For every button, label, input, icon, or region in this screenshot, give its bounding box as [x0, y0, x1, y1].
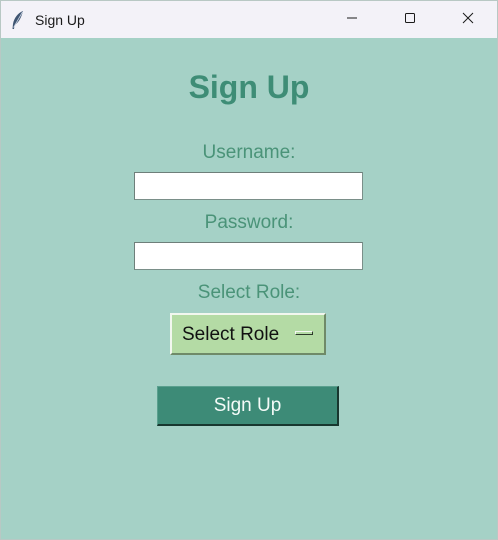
maximize-icon — [404, 11, 416, 29]
minimize-button[interactable] — [329, 1, 375, 38]
window-title: Sign Up — [35, 12, 85, 28]
minimize-icon — [346, 11, 358, 29]
username-input[interactable] — [134, 172, 363, 200]
signup-button[interactable]: Sign Up — [157, 386, 339, 426]
role-select-value: Select Role — [182, 324, 280, 345]
form-area: Sign Up Username: Password: Select Role:… — [1, 38, 497, 539]
role-select[interactable]: Select Role — [170, 313, 326, 355]
close-button[interactable] — [445, 1, 491, 38]
close-icon — [462, 11, 474, 29]
signup-window: Sign Up Sign Up Username: Password: Sele… — [0, 0, 498, 540]
role-label: Select Role: — [197, 282, 301, 303]
password-input[interactable] — [134, 242, 363, 270]
feather-icon — [11, 10, 25, 30]
password-label: Password: — [204, 212, 294, 233]
username-label: Username: — [202, 142, 296, 163]
title-bar[interactable]: Sign Up — [1, 1, 497, 38]
maximize-button[interactable] — [387, 1, 433, 38]
option-indicator-icon — [295, 331, 313, 335]
page-title: Sign Up — [188, 69, 310, 105]
